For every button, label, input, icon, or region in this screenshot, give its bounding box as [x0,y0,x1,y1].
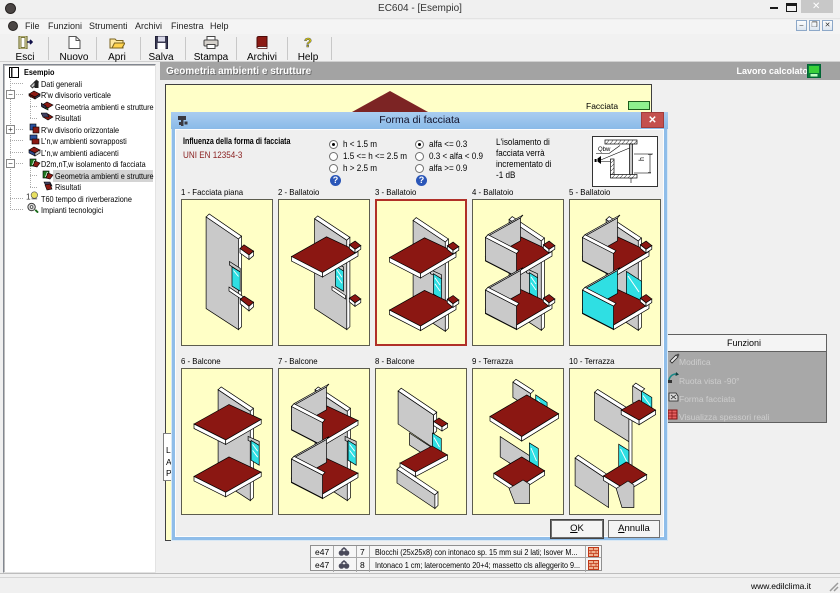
svg-text:Qbw: Qbw [598,147,611,153]
svg-text:h: h [639,157,646,161]
svg-text:?: ? [304,36,312,49]
svg-text:1: 1 [26,192,31,202]
